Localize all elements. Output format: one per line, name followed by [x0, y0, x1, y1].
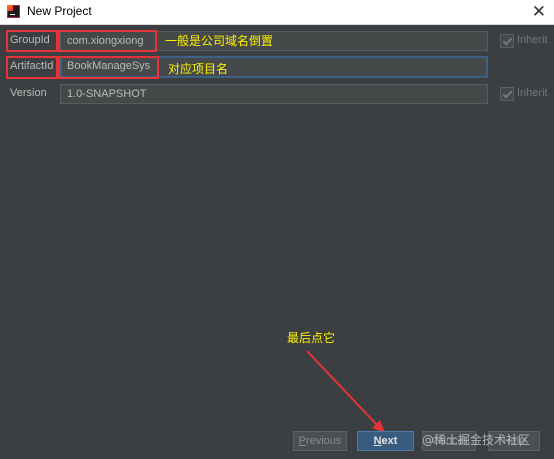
next-button[interactable]: Next: [357, 431, 414, 451]
arrow-annotation: [306, 350, 385, 433]
watermark: @稀土掘金技术社区: [422, 433, 531, 447]
arrow-line: [306, 350, 379, 427]
previous-button[interactable]: Previous: [293, 431, 347, 451]
